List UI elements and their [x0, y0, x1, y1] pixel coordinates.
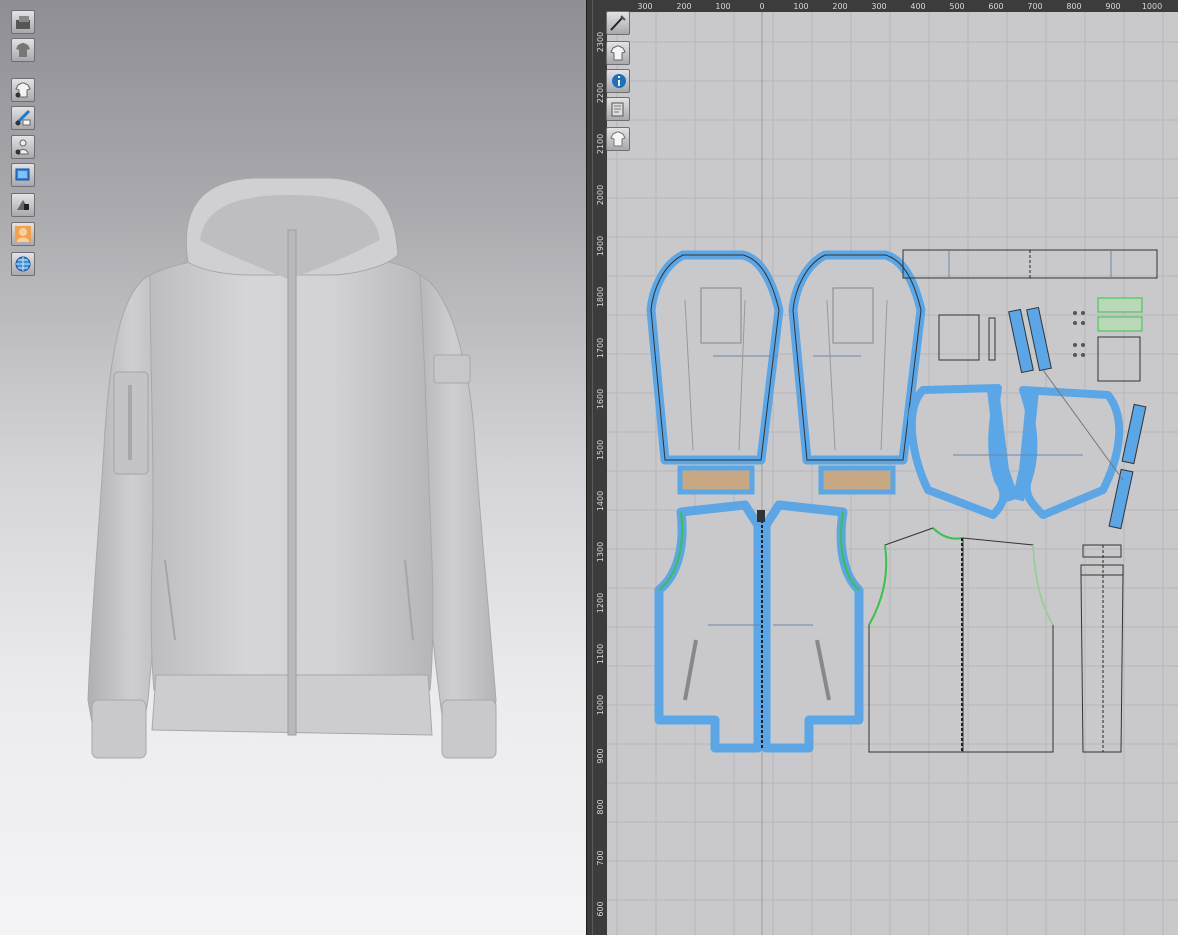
right-sleeve-patch	[433, 354, 471, 384]
ruler-left-tick-label: 1400	[596, 491, 605, 511]
front-body-pattern-left[interactable]	[654, 500, 763, 753]
back-body-pattern[interactable]	[868, 527, 1054, 753]
ruler-top-tick-label: 500	[949, 2, 964, 11]
sheet-icon	[611, 102, 624, 117]
garment-2d-icon	[610, 131, 626, 147]
hood-pattern-left[interactable]	[907, 384, 1019, 519]
sleeve-pattern-right[interactable]	[788, 250, 926, 465]
ruler-left-tick-label: 600	[596, 901, 605, 916]
front-body-pattern-right[interactable]	[761, 500, 864, 753]
ruler-left-tick-label: 1100	[596, 644, 605, 664]
info-icon	[612, 74, 626, 88]
ruler-top-tick-label: 300	[637, 2, 652, 11]
garment-2d-button[interactable]	[606, 127, 630, 151]
ruler-top-tick-label: 700	[1027, 2, 1042, 11]
ruler-left-tick-label: 1600	[596, 389, 605, 409]
ruler-left-tick-label: 1300	[596, 542, 605, 562]
ruler-left-tick-label: 1900	[596, 236, 605, 256]
sheet-button[interactable]	[606, 97, 630, 121]
pattern-canvas[interactable]: 300 200 100 0 100 200 300 400 500 600 700 800 900 100…	[593, 0, 1178, 935]
ruler-left-tick-label: 800	[596, 799, 605, 814]
zipper-puller[interactable]	[757, 510, 765, 522]
3d-garment-viewport[interactable]	[0, 0, 586, 935]
info-button[interactable]	[606, 69, 630, 93]
ruler-top-tick-label: 900	[1105, 2, 1120, 11]
ruler-top-tick-label: 600	[988, 2, 1003, 11]
2d-pattern-window[interactable]: 300 200 100 0 100 200 300 400 500 600 700 800 900 100…	[593, 0, 1178, 935]
ruler-left-tick-label: 2000	[596, 185, 605, 205]
ruler-top-tick-label: 400	[910, 2, 925, 11]
ruler-top-tick-label: 800	[1066, 2, 1081, 11]
ruler-left-tick-label: 2300	[596, 32, 605, 52]
viewport-splitter[interactable]	[586, 0, 593, 935]
ruler-left-tick-label: 1500	[596, 440, 605, 460]
ruler-top-tick-label: 1000	[1142, 2, 1162, 11]
ruler-top-tick-label: 300	[871, 2, 886, 11]
cuff-pattern-left[interactable]	[677, 465, 755, 495]
left-cuff	[91, 699, 147, 759]
ruler-top-tick-label: 200	[832, 2, 847, 11]
center-zipper	[287, 229, 297, 736]
pattern-display-button[interactable]	[606, 41, 630, 65]
sleeve-pattern-left[interactable]	[646, 250, 784, 465]
ruler-top-tick-label: 200	[676, 2, 691, 11]
cuff-pattern-right[interactable]	[818, 465, 896, 495]
ruler-left-tick-label: 1700	[596, 338, 605, 358]
pattern-display-icon	[610, 45, 626, 61]
hem-band-pattern[interactable]	[902, 249, 1158, 279]
ruler-left-tick-label: 2200	[596, 83, 605, 103]
hoodie-3d-model[interactable]	[0, 0, 586, 935]
ruler-top-tick-label: 100	[715, 2, 730, 11]
ruler-left-tick-label: 2100	[596, 134, 605, 154]
ruler-top-tick-label: 100	[793, 2, 808, 11]
pocket-piece[interactable]	[938, 314, 980, 361]
pattern-edit-button[interactable]	[606, 11, 630, 35]
ruler-left-tick-label: 1000	[596, 695, 605, 715]
ruler-left-tick-label: 900	[596, 748, 605, 763]
ruler-top-tick-label: 0	[759, 2, 764, 11]
sleeve-pocket-zipper	[128, 385, 132, 460]
hood-pattern-right[interactable]	[1012, 386, 1124, 519]
ruler-left-tick-label: 1800	[596, 287, 605, 307]
button-markers	[1073, 311, 1085, 357]
ruler-left-tick-label: 700	[596, 850, 605, 865]
ruler-left-tick-label: 1200	[596, 593, 605, 613]
right-cuff	[441, 699, 497, 759]
pattern-edit-icon	[610, 15, 626, 31]
